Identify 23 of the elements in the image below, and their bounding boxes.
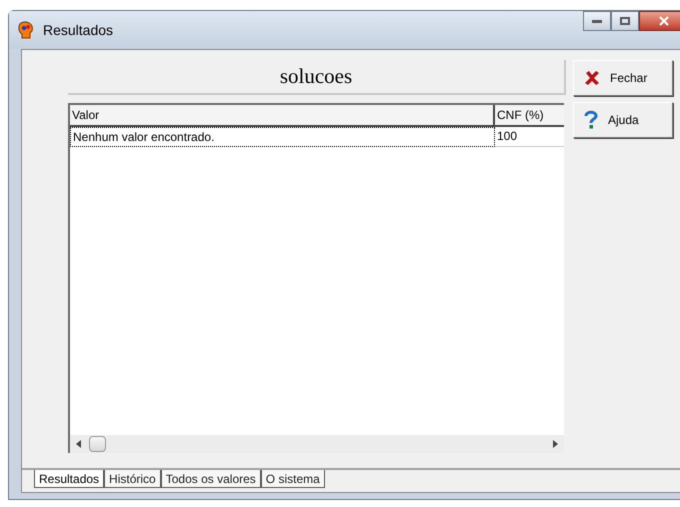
close-button[interactable]: Fechar bbox=[573, 60, 673, 96]
column-header[interactable]: Valor bbox=[70, 105, 495, 125]
tab[interactable]: Histórico bbox=[104, 470, 161, 488]
question-mark-icon bbox=[584, 110, 598, 130]
column-header[interactable]: CNF (%) bbox=[495, 105, 564, 125]
head-icon bbox=[17, 21, 35, 39]
tab[interactable]: Todos os valores bbox=[160, 470, 261, 488]
table-cell: Nenhum valor encontrado. bbox=[70, 127, 495, 147]
minimize-button[interactable] bbox=[583, 11, 611, 31]
right-arrow-icon[interactable] bbox=[553, 440, 558, 448]
scrollbar-thumb[interactable] bbox=[89, 436, 106, 452]
table-cell: 100 bbox=[495, 127, 564, 147]
left-arrow-icon[interactable] bbox=[76, 440, 81, 448]
help-button[interactable]: Ajuda bbox=[573, 102, 673, 138]
tab[interactable]: O sistema bbox=[260, 470, 325, 488]
close-button[interactable] bbox=[639, 11, 680, 31]
close-icon bbox=[584, 70, 600, 86]
header-title: solucoes bbox=[280, 62, 352, 90]
tab[interactable]: Resultados bbox=[34, 470, 104, 488]
horizontal-scrollbar[interactable] bbox=[70, 435, 564, 453]
maximize-button[interactable] bbox=[611, 11, 639, 31]
window-title: Resultados bbox=[43, 20, 114, 40]
close-icon bbox=[659, 16, 669, 26]
